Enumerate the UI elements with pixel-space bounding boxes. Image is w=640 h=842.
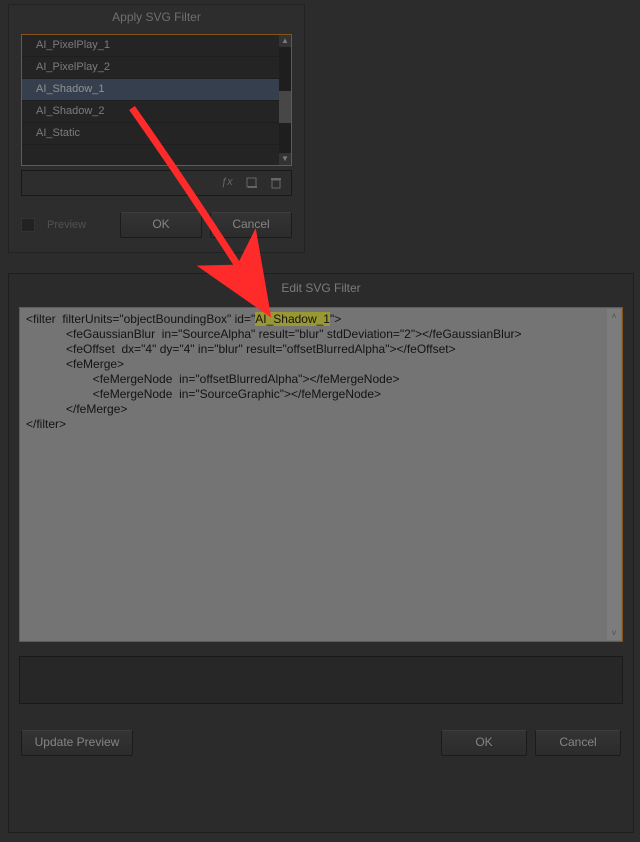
cancel-button[interactable]: Cancel — [210, 212, 292, 238]
apply-dialog-title: Apply SVG Filter — [9, 5, 304, 34]
apply-svg-filter-dialog: Apply SVG Filter AI_PixelPlay_1 AI_Pixel… — [8, 4, 305, 253]
scroll-down-icon[interactable]: ▼ — [279, 153, 291, 165]
scroll-thumb[interactable] — [279, 91, 291, 123]
preview-checkbox[interactable] — [21, 218, 35, 232]
scroll-up-icon[interactable]: ▲ — [279, 35, 291, 47]
preview-checkbox-label: Preview — [47, 219, 86, 231]
filter-list-container: AI_PixelPlay_1 AI_PixelPlay_2 AI_Shadow_… — [21, 34, 292, 166]
edit-dialog-button-row: Update Preview OK Cancel — [21, 730, 621, 756]
ok-button[interactable]: OK — [441, 730, 527, 756]
filter-list[interactable]: AI_PixelPlay_1 AI_PixelPlay_2 AI_Shadow_… — [22, 35, 291, 165]
code-scrollbar[interactable]: ˄ ˅ — [607, 309, 621, 640]
fx-icon[interactable]: ƒx — [221, 176, 235, 190]
code-editor[interactable]: <filter filterUnits="objectBoundingBox" … — [19, 307, 623, 642]
filter-list-item[interactable]: AI_Shadow_2 — [22, 101, 291, 123]
scroll-up-icon[interactable]: ˄ — [607, 309, 621, 323]
code-text[interactable]: <filter filterUnits="objectBoundingBox" … — [20, 308, 622, 436]
code-highlight: AI_Shadow_1 — [255, 312, 330, 326]
filter-list-item-selected[interactable]: AI_Shadow_1 — [22, 79, 291, 101]
cancel-button[interactable]: Cancel — [535, 730, 621, 756]
filter-list-item[interactable]: AI_Static — [22, 123, 291, 145]
code-pre: <filter filterUnits="objectBoundingBox" … — [26, 312, 255, 326]
filter-list-item[interactable]: AI_PixelPlay_2 — [22, 57, 291, 79]
edit-dialog-title: Edit SVG Filter — [9, 274, 633, 307]
code-post1: "> — [330, 312, 341, 326]
code-rest: <feGaussianBlur in="SourceAlpha" result=… — [26, 327, 522, 431]
apply-dialog-button-row: Preview OK Cancel — [21, 212, 292, 238]
filter-list-scrollbar[interactable]: ▲ ▼ — [279, 35, 291, 165]
edit-svg-filter-dialog: Edit SVG Filter <filter filterUnits="obj… — [8, 273, 634, 833]
filter-list-item[interactable]: AI_PixelPlay_1 — [22, 35, 291, 57]
update-preview-button[interactable]: Update Preview — [21, 730, 133, 756]
scroll-down-icon[interactable]: ˅ — [607, 626, 621, 640]
filter-list-footer: ƒx — [21, 170, 292, 196]
ok-button[interactable]: OK — [120, 212, 202, 238]
new-filter-icon[interactable] — [245, 176, 259, 190]
trash-icon[interactable] — [269, 176, 283, 190]
preview-area — [19, 656, 623, 704]
